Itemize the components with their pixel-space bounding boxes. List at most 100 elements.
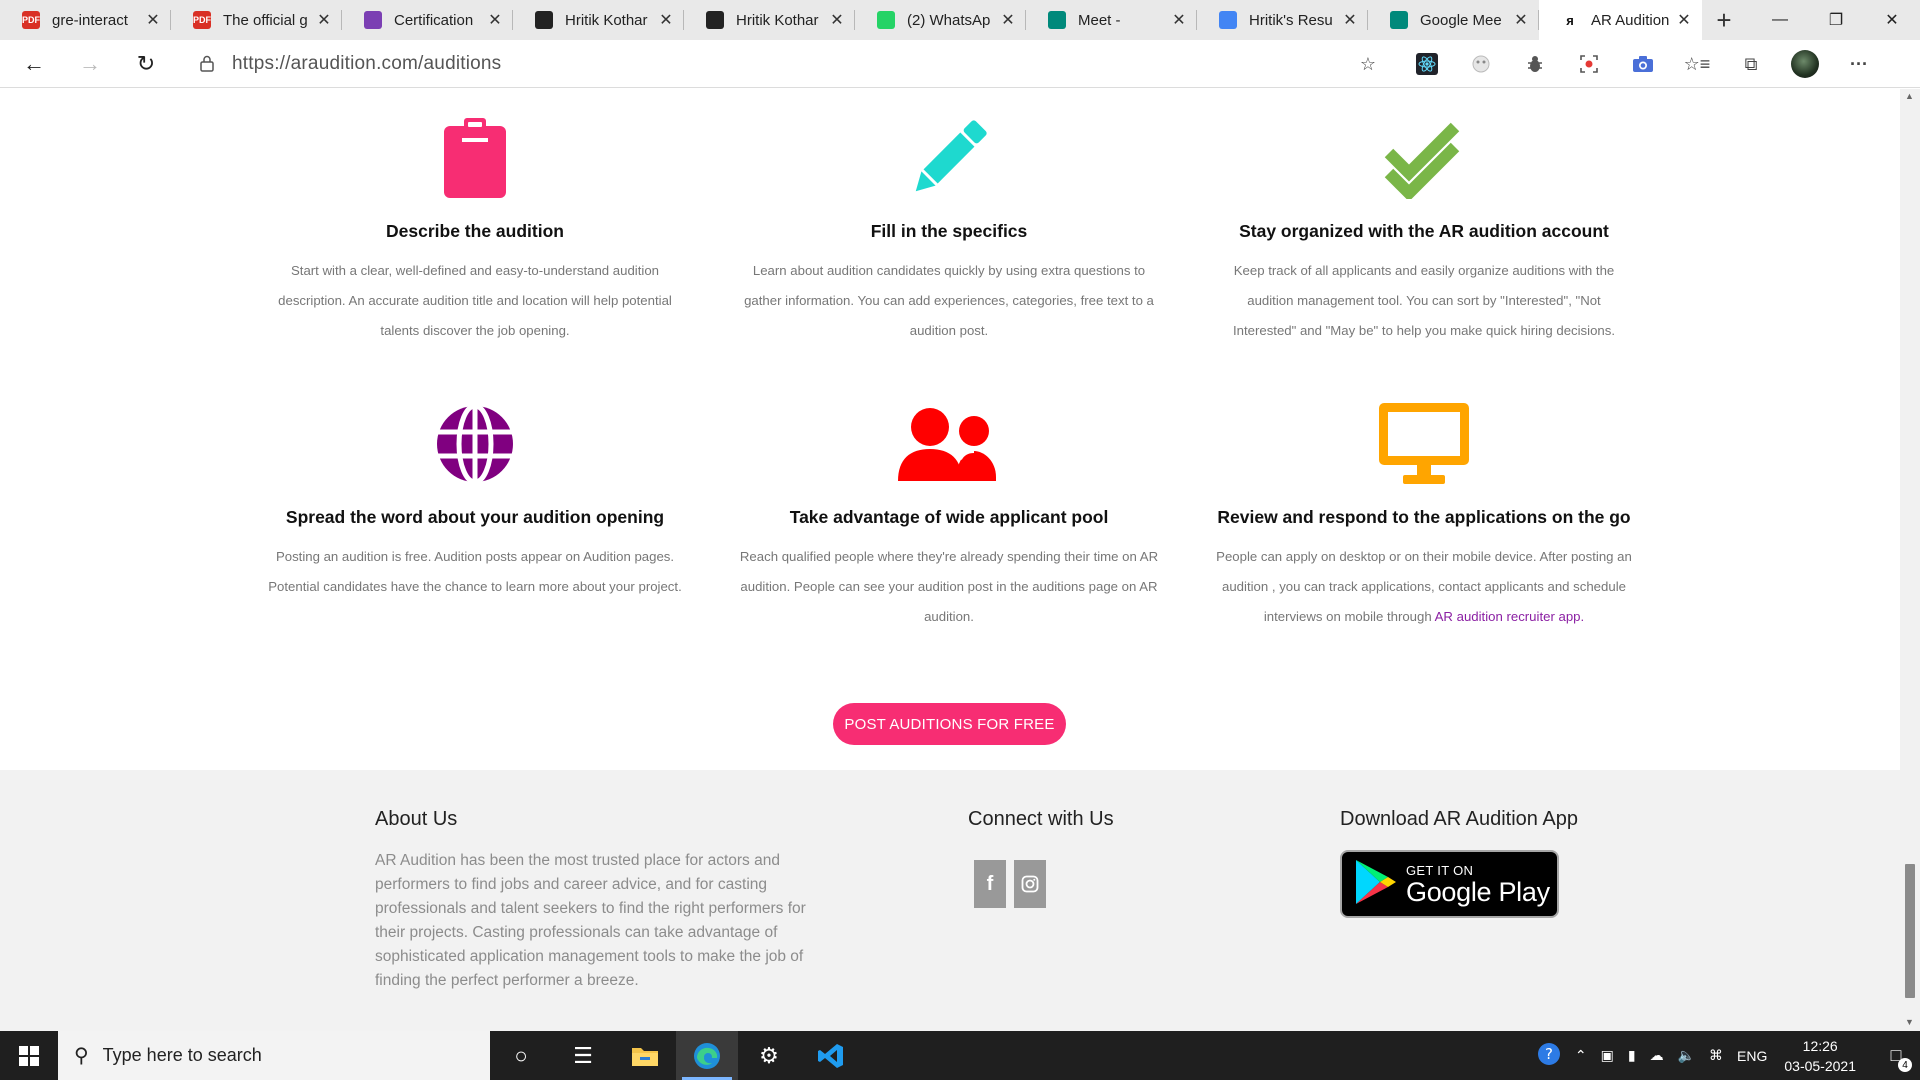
svg-text:?: ? xyxy=(1545,1045,1553,1063)
back-button[interactable]: ← xyxy=(12,46,56,82)
close-tab-icon[interactable]: ✕ xyxy=(1342,10,1358,30)
meet-icon xyxy=(1048,11,1066,29)
browser-tab[interactable]: ᴙ AR Audition ✕ xyxy=(1539,0,1702,40)
taskbar-clock[interactable]: 12:26 03-05-2021 xyxy=(1784,1036,1856,1076)
wifi-icon[interactable]: ⌘ xyxy=(1709,1047,1723,1064)
clock-date: 03-05-2021 xyxy=(1784,1057,1856,1074)
browser-tab[interactable]: Certification ✕ xyxy=(342,0,513,40)
restore-button[interactable]: ❐ xyxy=(1808,0,1864,40)
browser-tab[interactable]: Hritik Kothar ✕ xyxy=(684,0,855,40)
download-app-heading: Download AR Audition App xyxy=(1340,808,1578,830)
tab-title: The official g xyxy=(223,11,308,29)
onedrive-cloud-icon[interactable]: ☁ xyxy=(1650,1047,1664,1064)
instagram-icon[interactable] xyxy=(1014,860,1046,908)
browser-tab[interactable]: Google Mee ✕ xyxy=(1368,0,1539,40)
close-tab-icon[interactable]: ✕ xyxy=(829,10,845,30)
task-view-icon[interactable]: ☰ xyxy=(552,1031,614,1080)
meet-now-icon[interactable]: ▣ xyxy=(1601,1047,1614,1064)
edge-browser-icon[interactable] xyxy=(676,1031,738,1080)
vscode-icon[interactable] xyxy=(800,1031,862,1080)
language-indicator[interactable]: ENG xyxy=(1737,1048,1767,1064)
briefcase-icon xyxy=(706,11,724,29)
browser-tab[interactable]: Hritik Kothar ✕ xyxy=(513,0,684,40)
browser-tab[interactable]: Hritik's Resu ✕ xyxy=(1197,0,1368,40)
clipboard-icon xyxy=(255,115,695,201)
close-tab-icon[interactable]: ✕ xyxy=(487,10,503,30)
url-text: https://araudition.com/auditions xyxy=(232,53,502,74)
refresh-button[interactable]: ↻ xyxy=(124,46,168,82)
feature-spread-word: Spread the word about your audition open… xyxy=(255,401,695,602)
browser-tab[interactable]: (2) WhatsAp ✕ xyxy=(855,0,1026,40)
help-icon[interactable]: ? xyxy=(1537,1042,1561,1069)
close-tab-icon[interactable]: ✕ xyxy=(1171,10,1187,30)
recruiter-app-link[interactable]: AR audition recruiter app. xyxy=(1435,609,1585,624)
close-tab-icon[interactable]: ✕ xyxy=(145,10,161,30)
system-tray: ? ⌃ ▣ ▮ ☁ 🔈 ⌘ ENG 12:26 03-05-2021 □ 4 xyxy=(1530,1031,1920,1080)
cortana-icon[interactable]: ○ xyxy=(490,1031,552,1080)
tab-title: Hritik Kothar xyxy=(565,11,648,29)
browser-tab[interactable]: PDF gre-interact ✕ xyxy=(0,0,171,40)
windows-taskbar: ⚲ Type here to search ○ ☰ ⚙ ? ⌃ ▣ ▮ ☁ 🔈 … xyxy=(0,1031,1920,1080)
feature-review-applications: Review and respond to the applications o… xyxy=(1204,401,1644,632)
meet-icon xyxy=(1390,11,1408,29)
add-favorite-icon[interactable]: ☆ xyxy=(1360,54,1376,75)
minimize-button[interactable]: — xyxy=(1752,0,1808,40)
react-devtools-icon[interactable] xyxy=(1400,53,1454,75)
file-explorer-icon[interactable] xyxy=(614,1031,676,1080)
screen-capture-icon[interactable] xyxy=(1562,54,1616,74)
feature-title: Spread the word about your audition open… xyxy=(285,507,665,527)
profile-avatar[interactable] xyxy=(1791,50,1819,78)
scrollbar-thumb[interactable] xyxy=(1905,864,1915,998)
google-play-badge[interactable]: GET IT ON Google Play xyxy=(1340,850,1559,918)
more-menu-icon[interactable]: ··· xyxy=(1832,54,1886,75)
show-hidden-icons-icon[interactable]: ⌃ xyxy=(1575,1047,1587,1064)
about-us-heading: About Us xyxy=(375,808,458,830)
badge-small-text: GET IT ON xyxy=(1406,862,1474,878)
volume-icon[interactable]: 🔈 xyxy=(1678,1047,1695,1064)
scroll-up-arrow-icon[interactable]: ▲ xyxy=(1905,91,1914,101)
feature-description: Reach qualified people where they're alr… xyxy=(739,549,1159,624)
settings-gear-icon[interactable]: ⚙ xyxy=(738,1031,800,1080)
forward-button[interactable]: → xyxy=(68,46,112,82)
extension-icon[interactable] xyxy=(1454,54,1508,74)
taskbar-search-box[interactable]: ⚲ Type here to search xyxy=(58,1031,490,1080)
connect-heading: Connect with Us xyxy=(968,808,1114,830)
ar-logo-icon: ᴙ xyxy=(1566,12,1574,28)
tab-title: (2) WhatsAp xyxy=(907,11,991,29)
browser-tab-strip: PDF gre-interact ✕ PDF The official g ✕ Certif… xyxy=(0,0,1920,40)
browser-tab[interactable]: Meet - ✕ xyxy=(1026,0,1197,40)
page-scrollbar[interactable]: ▲ ▼ xyxy=(1900,89,1920,1031)
collections-icon[interactable]: ⧉ xyxy=(1724,54,1778,75)
close-tab-icon[interactable]: ✕ xyxy=(658,10,674,30)
feature-description: Keep track of all applicants and easily … xyxy=(1232,263,1616,338)
post-auditions-button[interactable]: POST AUDITIONS FOR FREE xyxy=(833,703,1066,745)
search-icon: ⚲ xyxy=(74,1045,89,1067)
close-window-button[interactable]: ✕ xyxy=(1864,0,1920,40)
facebook-icon[interactable]: f xyxy=(974,860,1006,908)
battery-icon[interactable]: ▮ xyxy=(1628,1047,1636,1064)
scroll-down-arrow-icon[interactable]: ▼ xyxy=(1905,1017,1914,1027)
pdf-icon: PDF xyxy=(193,11,211,29)
notification-center-icon[interactable]: □ 4 xyxy=(1872,1031,1920,1080)
users-icon xyxy=(729,401,1169,487)
feature-description: People can apply on desktop or on their … xyxy=(1216,549,1632,624)
camera-icon[interactable] xyxy=(1616,55,1670,73)
close-tab-icon[interactable]: ✕ xyxy=(1676,10,1692,30)
windows-start-icon[interactable] xyxy=(0,1031,58,1080)
new-tab-button[interactable]: + xyxy=(1702,0,1746,40)
feature-applicant-pool: Take advantage of wide applicant pool Re… xyxy=(729,401,1169,632)
bug-icon[interactable] xyxy=(1508,54,1562,74)
address-bar[interactable]: https://araudition.com/auditions ☆ xyxy=(180,46,1390,82)
site-footer: About Us AR Audition has been the most t… xyxy=(0,770,1900,1031)
feature-title: Take advantage of wide applicant pool xyxy=(789,507,1109,527)
extension-icons: ☆≡ ⧉ ··· xyxy=(1400,40,1886,88)
docs-icon xyxy=(1219,11,1237,29)
browser-tab[interactable]: PDF The official g ✕ xyxy=(171,0,342,40)
window-controls: — ❐ ✕ xyxy=(1752,0,1920,40)
feature-title: Describe the audition xyxy=(386,221,564,241)
close-tab-icon[interactable]: ✕ xyxy=(1513,10,1529,30)
favorites-icon[interactable]: ☆≡ xyxy=(1670,54,1724,75)
close-tab-icon[interactable]: ✕ xyxy=(1000,10,1016,30)
close-tab-icon[interactable]: ✕ xyxy=(316,10,332,30)
feature-title: Fill in the specifics xyxy=(870,221,1028,241)
